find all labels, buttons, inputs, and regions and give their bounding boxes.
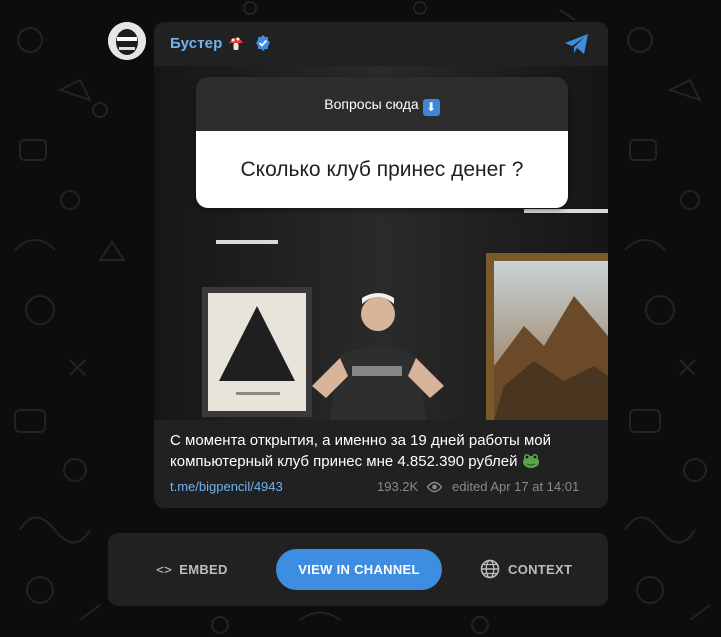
question-text: Сколько клуб принес денег ? xyxy=(196,131,568,208)
post-photo[interactable]: Вопросы сюда ⬇ Сколько клуб принес денег … xyxy=(154,66,608,420)
eye-icon xyxy=(427,481,442,493)
post-header: Бустер xyxy=(154,22,608,66)
frog-emoji-icon xyxy=(522,454,539,468)
channel-name[interactable]: Бустер xyxy=(170,35,222,52)
telegram-plane-icon[interactable] xyxy=(564,33,590,55)
question-sticker: Вопросы сюда ⬇ Сколько клуб принес денег … xyxy=(196,77,568,208)
caption-line-2-wrap: компьютерный клуб принес мне 4.852.390 р… xyxy=(170,451,600,472)
caption-line-1: С момента открытия, а именно за 19 дней … xyxy=(170,432,552,449)
embed-label: EMBED xyxy=(179,562,228,577)
channel-avatar[interactable] xyxy=(108,22,146,60)
question-header: Вопросы сюда ⬇ xyxy=(196,77,568,131)
verified-badge-icon xyxy=(256,35,270,51)
code-icon: <> xyxy=(156,563,173,578)
context-button[interactable]: CONTEXT xyxy=(480,533,572,606)
action-bar: <> EMBED VIEW IN CHANNEL CONTEXT xyxy=(108,533,608,606)
context-label: CONTEXT xyxy=(508,562,573,577)
view-count: 193.2K xyxy=(377,479,419,494)
globe-icon xyxy=(480,559,500,579)
mushroom-icon xyxy=(229,37,243,50)
edited-timestamp: edited Apr 17 at 14:01 xyxy=(452,479,580,494)
post-link[interactable]: t.me/bigpencil/4943 xyxy=(170,479,283,494)
caption-line-2: компьютерный клуб принес мне 4.852.390 р… xyxy=(170,453,518,470)
view-in-channel-button[interactable]: VIEW IN CHANNEL xyxy=(276,549,442,590)
embed-button[interactable]: <> EMBED xyxy=(156,533,228,606)
post-caption: С момента открытия, а именно за 19 дней … xyxy=(170,430,600,472)
post-meta: t.me/bigpencil/4943 193.2K edited Apr 17… xyxy=(170,479,592,497)
post-card: Бустер Вопросы сюда ⬇ Сколько клуб прине… xyxy=(154,22,608,508)
down-arrow-icon: ⬇ xyxy=(422,99,440,116)
question-header-text: Вопросы сюда xyxy=(324,96,419,112)
